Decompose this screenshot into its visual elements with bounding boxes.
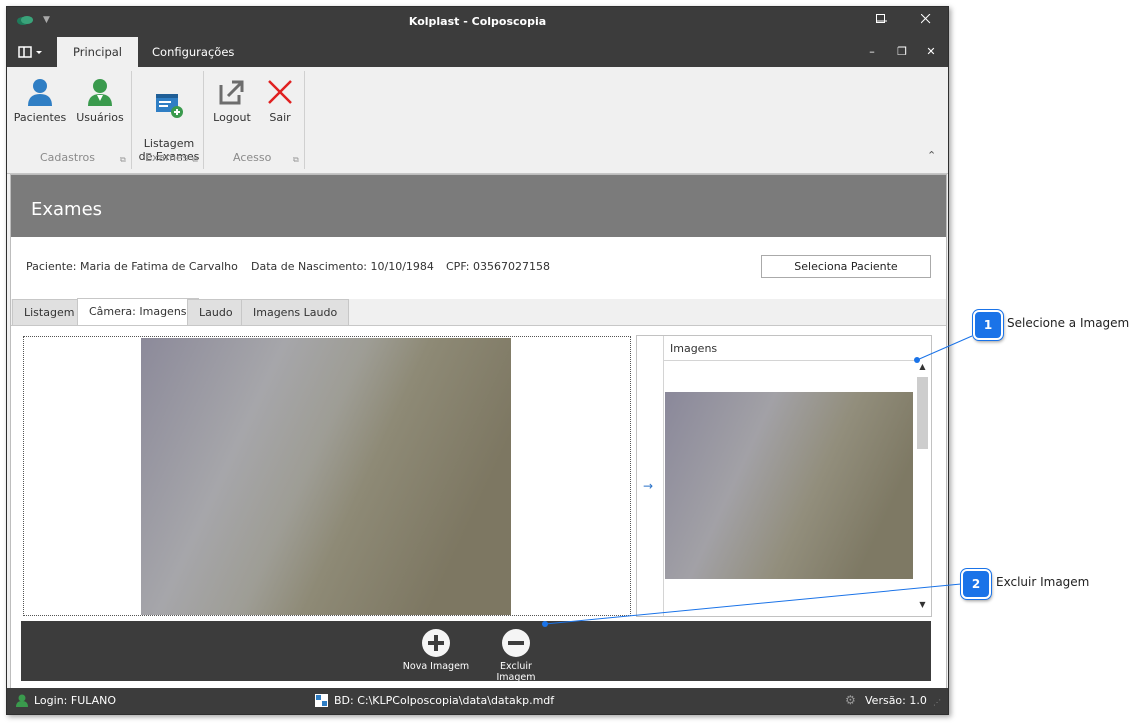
callout-lines (542, 335, 973, 627)
callout-badge-2: 2 (961, 569, 991, 599)
callout-text-1: Selecione a Imagem (1007, 316, 1130, 330)
callout-badge-1: 1 (973, 310, 1003, 340)
callout-text-2: Excluir Imagem (996, 575, 1090, 589)
